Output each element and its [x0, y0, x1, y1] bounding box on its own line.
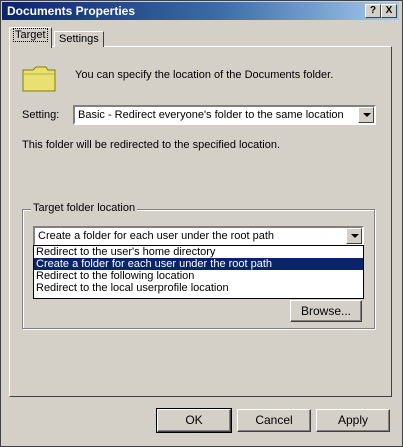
intro-text: You can specify the location of the Docu… [75, 69, 334, 81]
setting-select-value: Basic - Redirect everyone's folder to th… [78, 109, 344, 121]
title-bar[interactable]: Documents Properties ? X [2, 2, 399, 20]
dropdown-option[interactable]: Redirect to the following location [34, 270, 363, 282]
target-location-select-value: Create a folder for each user under the … [38, 230, 275, 242]
setting-label: Setting: [22, 109, 60, 121]
help-button[interactable]: ? [365, 4, 381, 18]
tab-settings[interactable]: Settings [54, 31, 104, 47]
dropdown-option[interactable]: Redirect to the user's home directory [34, 246, 363, 258]
tab-target[interactable]: Target [9, 27, 52, 48]
cancel-button[interactable]: Cancel [237, 409, 311, 432]
browse-button[interactable]: Browse... [290, 300, 362, 322]
tab-settings-label: Settings [59, 33, 99, 45]
target-folder-group-title: Target folder location [31, 202, 138, 214]
redirect-info-text: This folder will be redirected to the sp… [22, 139, 281, 151]
ok-button[interactable]: OK [156, 408, 232, 433]
target-location-select[interactable]: Create a folder for each user under the … [33, 226, 364, 246]
setting-select[interactable]: Basic - Redirect everyone's folder to th… [73, 105, 376, 125]
chevron-down-icon[interactable] [346, 228, 362, 244]
folder-icon [22, 66, 56, 92]
dropdown-option[interactable]: Create a folder for each user under the … [34, 258, 363, 270]
chevron-down-icon[interactable] [358, 107, 374, 123]
target-location-dropdown: Redirect to the user's home directory Cr… [33, 245, 364, 299]
window-title: Documents Properties [7, 4, 136, 18]
apply-button[interactable]: Apply [316, 409, 390, 432]
tab-target-label: Target [13, 28, 48, 42]
dropdown-option[interactable]: Redirect to the local userprofile locati… [34, 282, 363, 294]
close-button[interactable]: X [381, 4, 397, 18]
